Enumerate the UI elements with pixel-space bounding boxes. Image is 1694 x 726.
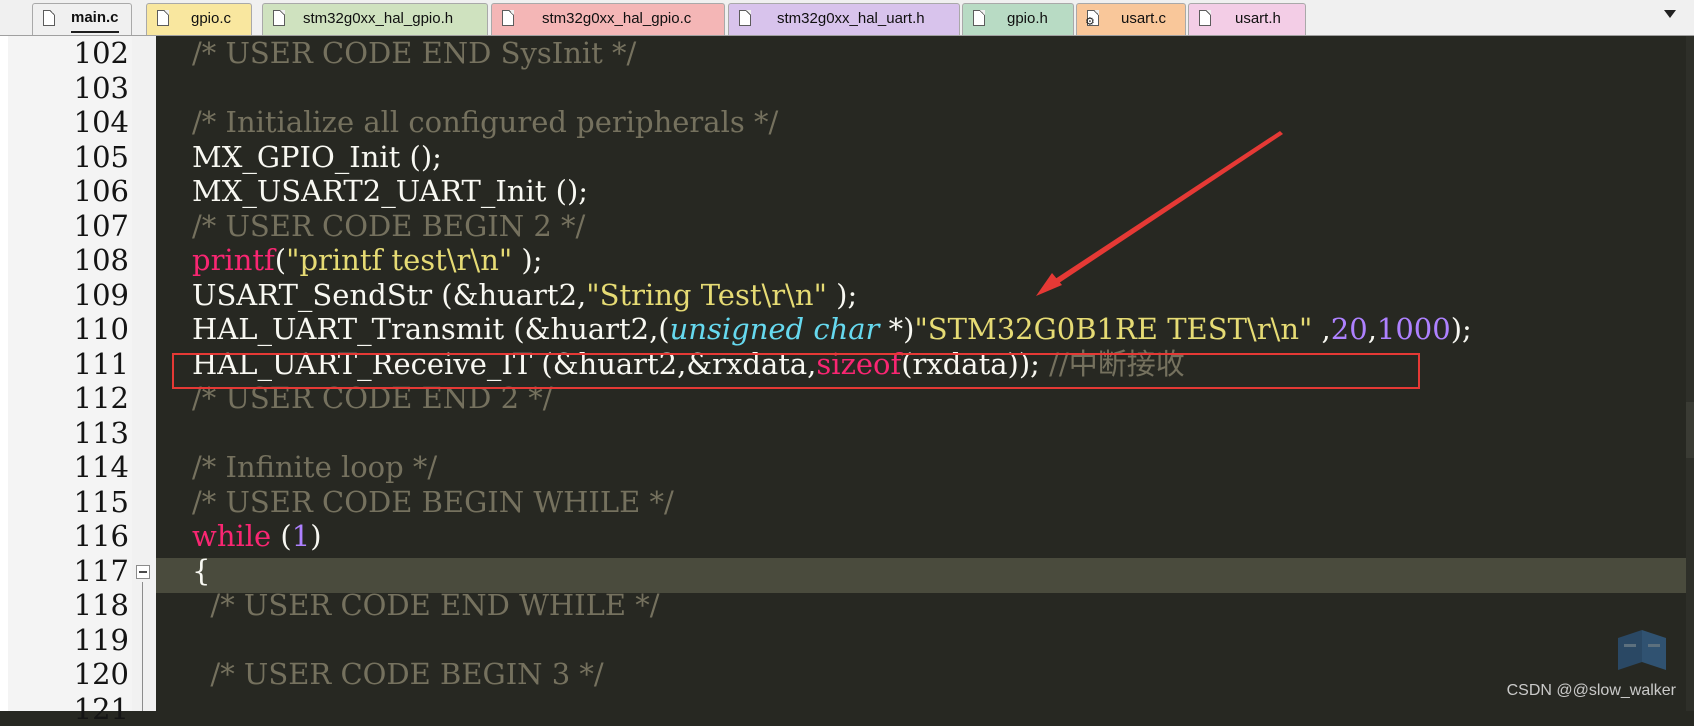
gear-icon: ⚙ <box>1085 17 1095 28</box>
file-icon <box>1199 10 1211 26</box>
code-token-string: "printf test\r\n" <box>286 243 512 277</box>
tab-label: usart.c <box>1121 4 1166 34</box>
line-number: 111 <box>8 347 129 382</box>
file-icon <box>739 10 751 26</box>
tab-label: stm32g0xx_hal_gpio.h <box>303 4 453 34</box>
line-number: 112 <box>8 381 129 416</box>
tab-label: usart.h <box>1235 4 1281 34</box>
code-line: MX_GPIO_Init (); <box>192 140 442 175</box>
file-icon <box>973 10 985 26</box>
code-token-punc: ( <box>271 519 292 553</box>
code-line: HAL_UART_Transmit (&huart2,(unsigned cha… <box>192 312 1472 347</box>
code-token-comment: /* USER CODE END SysInit */ <box>192 36 636 70</box>
code-token-comment: /* Infinite loop */ <box>192 450 437 484</box>
tab-label: main.c <box>71 4 119 33</box>
code-token-number: 1 <box>292 519 310 553</box>
code-token-punc: ( <box>275 243 286 277</box>
scrollbar-thumb[interactable] <box>1686 402 1694 458</box>
code-token-type: unsigned char <box>670 312 880 346</box>
code-line: /* USER CODE END WHILE */ <box>192 588 660 623</box>
line-number: 115 <box>8 485 129 520</box>
tab-label: stm32g0xx_hal_uart.h <box>777 4 925 34</box>
code-token-punc: ) <box>310 519 321 553</box>
code-token-func: MX_USART2_UART_Init (); <box>192 174 588 208</box>
annotation-highlight-box <box>172 353 1420 389</box>
code-line: /* Infinite loop */ <box>192 450 437 485</box>
line-number: 113 <box>8 416 129 451</box>
line-number: 110 <box>8 312 129 347</box>
fold-margin <box>132 36 156 711</box>
code-token-string: "STM32G0B1RE TEST\r\n" <box>914 312 1312 346</box>
line-number: 107 <box>8 209 129 244</box>
code-line: /* USER CODE BEGIN 3 */ <box>192 657 604 692</box>
code-token-punc: , <box>1368 312 1377 346</box>
code-line: /* USER CODE END SysInit */ <box>192 36 636 71</box>
tab-gpio-c[interactable]: gpio.c <box>146 3 252 35</box>
tab-usart-h[interactable]: usart.h <box>1188 3 1306 35</box>
code-token-punc: { <box>192 554 210 588</box>
code-token-keyword: printf <box>192 243 275 277</box>
code-token-comment: /* Initialize all configured peripherals… <box>192 105 778 139</box>
code-token-comment: /* USER CODE BEGIN WHILE */ <box>192 485 674 519</box>
file-icon <box>43 10 55 26</box>
line-number: 117 <box>8 554 129 589</box>
code-token-punc: ); <box>827 278 857 312</box>
tab-stm32g0xx-hal-uart-h[interactable]: stm32g0xx_hal_uart.h <box>728 3 960 35</box>
tab-label: stm32g0xx_hal_gpio.c <box>542 4 691 34</box>
code-line: USART_SendStr (&huart2,"String Test\r\n"… <box>192 278 857 313</box>
line-number: 104 <box>8 105 129 140</box>
line-number: 120 <box>8 657 129 692</box>
code-token-comment: /* USER CODE BEGIN 2 */ <box>192 209 585 243</box>
code-token-keyword: while <box>192 519 271 553</box>
line-number: 118 <box>8 588 129 623</box>
line-number: 108 <box>8 243 129 278</box>
line-number: 114 <box>8 450 129 485</box>
code-token-punc: *) <box>879 312 914 346</box>
file-icon <box>157 10 169 26</box>
fold-collapse-icon[interactable] <box>136 565 150 579</box>
file-icon <box>273 10 285 26</box>
tab-stm32g0xx-hal-gpio-h[interactable]: stm32g0xx_hal_gpio.h <box>262 3 488 35</box>
code-token-func: USART_SendStr (&huart2, <box>192 278 586 312</box>
code-line: /* USER CODE BEGIN WHILE */ <box>192 485 674 520</box>
line-number: 109 <box>8 278 129 313</box>
code-line: /* USER CODE BEGIN 2 */ <box>192 209 585 244</box>
tab-main-c[interactable]: main.c <box>32 3 132 35</box>
csdn-logo-icon <box>1614 628 1670 672</box>
code-token-number: 20 <box>1331 312 1368 346</box>
line-number: 121 <box>8 692 129 726</box>
code-line: /* Initialize all configured peripherals… <box>192 105 778 140</box>
left-margin <box>0 36 8 711</box>
tab-label: gpio.c <box>191 4 231 34</box>
code-token-func: HAL_UART_Transmit (&huart2,( <box>192 312 670 346</box>
tab-gpio-h[interactable]: gpio.h <box>962 3 1074 35</box>
code-line: while (1) <box>192 519 322 554</box>
code-token-punc: , <box>1312 312 1330 346</box>
line-number: 102 <box>8 36 129 71</box>
line-number: 103 <box>8 71 129 106</box>
fold-guide-line <box>142 582 143 711</box>
code-token-func: MX_GPIO_Init (); <box>192 140 442 174</box>
code-token-punc: ); <box>512 243 542 277</box>
line-number: 119 <box>8 623 129 658</box>
code-token-comment: /* USER CODE END WHILE */ <box>192 588 660 622</box>
line-number: 106 <box>8 174 129 209</box>
code-token-comment: /* USER CODE BEGIN 3 */ <box>192 657 604 691</box>
line-number: 116 <box>8 519 129 554</box>
watermark-text: CSDN @@slow_walker <box>1507 682 1676 700</box>
code-token-punc: ); <box>1451 312 1472 346</box>
tab-label: gpio.h <box>1007 4 1048 34</box>
tab-usart-c[interactable]: ⚙ usart.c <box>1076 3 1186 35</box>
vertical-scrollbar[interactable] <box>1686 36 1694 711</box>
code-line: printf("printf test\r\n" ); <box>192 243 543 278</box>
editor-tab-bar: main.c gpio.c stm32g0xx_hal_gpio.h stm32g0x… <box>0 0 1694 36</box>
code-token-number: 1000 <box>1377 312 1451 346</box>
line-number: 105 <box>8 140 129 175</box>
file-icon <box>502 10 514 26</box>
code-line: { <box>192 554 210 589</box>
code-token-string: "String Test\r\n" <box>586 278 827 312</box>
tab-overflow-chevron-icon[interactable] <box>1664 10 1676 18</box>
code-line: MX_USART2_UART_Init (); <box>192 174 588 209</box>
tab-stm32g0xx-hal-gpio-c[interactable]: stm32g0xx_hal_gpio.c <box>491 3 725 35</box>
